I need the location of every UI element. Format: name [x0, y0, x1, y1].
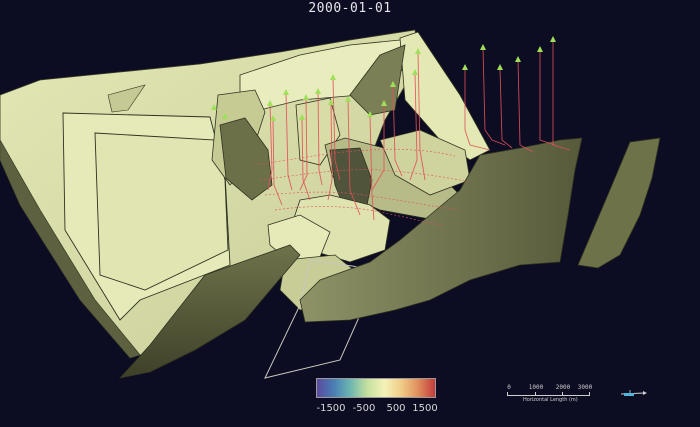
colorbar-tick-3: 500 [386, 403, 406, 414]
scale-bar-mark [589, 392, 590, 396]
colorbar-ramp [316, 378, 436, 398]
far-right-fault-slab [577, 137, 661, 269]
scale-bar-tick-3000: 3000 [577, 384, 593, 391]
scale-bar-line [507, 395, 590, 396]
colorbar-tick-2: -500 [352, 403, 376, 414]
scale-bar-mark [535, 392, 536, 396]
scale-bar-tick-2000: 2000 [555, 384, 571, 391]
scale-bar-mark [507, 392, 508, 396]
scale-bar-tick-1000: 1000 [528, 384, 544, 391]
3d-viewport[interactable]: 2000-01-01 -1500 -500 500 1500 0 1000 20… [0, 0, 700, 427]
colorbar-tick-1: -1500 [316, 403, 346, 414]
reservoir-model-scene[interactable] [0, 0, 700, 427]
scale-bar-mark [562, 392, 563, 396]
property-colorbar [316, 378, 436, 400]
simulation-date-label: 2000-01-01 [308, 1, 392, 16]
orientation-axes-icon[interactable] [618, 384, 648, 400]
scale-bar-tick-0: 0 [507, 384, 511, 391]
scale-bar-title: Horizontal Length (m) [523, 397, 578, 403]
colorbar-tick-4: 1500 [412, 403, 438, 414]
horizontal-scale-bar: 0 1000 2000 3000 Horizontal Length (m) [505, 384, 595, 414]
